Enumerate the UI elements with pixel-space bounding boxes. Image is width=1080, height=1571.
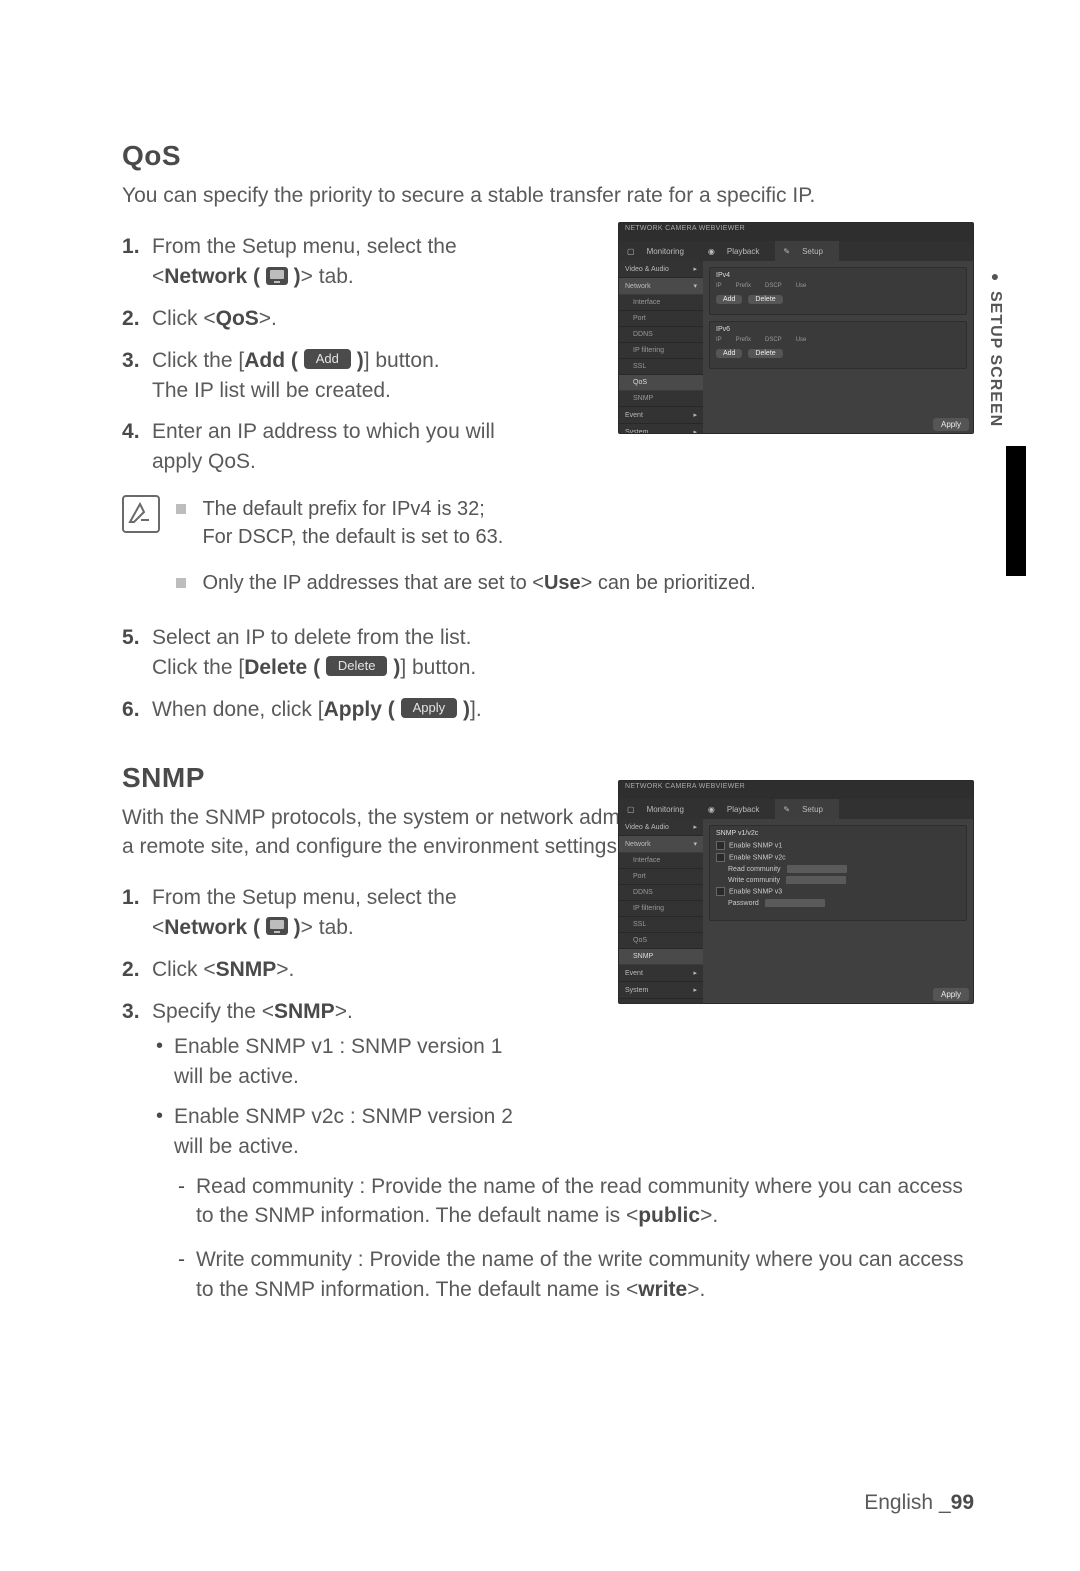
monitor-icon — [266, 267, 288, 285]
thumb-index-bar — [1006, 446, 1026, 576]
ipv6-header: IPPrefixDSCPUse — [716, 337, 960, 343]
ipv6-add-button[interactable]: Add — [716, 349, 742, 358]
add-button-glyph: Add — [304, 349, 351, 369]
side-qos2[interactable]: QoS — [619, 933, 703, 949]
side-ddns2[interactable]: DDNS — [619, 885, 703, 901]
qos-intro: You can specify the priority to secure a… — [122, 182, 974, 210]
ipv6-title: IPv6 — [716, 326, 960, 333]
qos-note-2: Only the IP addresses that are set to <U… — [176, 569, 968, 597]
side-snmp2[interactable]: SNMP — [619, 949, 703, 965]
side-event2[interactable]: Event▸ — [619, 965, 703, 982]
side-video[interactable]: Video & Audio▸ — [619, 261, 703, 278]
page-footer: English _99 — [864, 1491, 974, 1515]
side-port2[interactable]: Port — [619, 869, 703, 885]
write-row: Write community — [728, 876, 960, 884]
snmp-dash-1: Read community : Provide the name of the… — [174, 1172, 974, 1232]
side-ddns[interactable]: DDNS — [619, 327, 703, 343]
side-tab-label: ●SETUP SCREEN — [986, 268, 1004, 427]
qos-step-1: From the Setup menu, select the <Network… — [122, 232, 522, 292]
tab-monitoring[interactable]: ▢ Monitoring — [619, 241, 700, 261]
side-port[interactable]: Port — [619, 311, 703, 327]
shot-sidebar: Video & Audio▸ Network▾ Interface Port D… — [619, 261, 703, 434]
ipv4-title: IPv4 — [716, 272, 960, 279]
tab-setup2[interactable]: ✎ Setup — [775, 799, 839, 819]
side-ssl[interactable]: SSL — [619, 359, 703, 375]
snmp-panel: SNMP v1/v2c Enable SNMP v1 Enable SNMP v… — [709, 825, 967, 921]
tab-setup[interactable]: ✎ Setup — [775, 241, 839, 261]
snmp-bullet-2: Enable SNMP v2c : SNMP version 2 will be… — [152, 1102, 514, 1162]
tab-playback[interactable]: ◉ Playback — [700, 241, 775, 261]
ipv4-header: IPPrefixDSCPUse — [716, 283, 960, 289]
qos-note-1: The default prefix for IPv4 is 32; For D… — [176, 495, 968, 551]
snmp-panel-title: SNMP v1/v2c — [716, 830, 960, 837]
side-ipfilter[interactable]: IP filtering — [619, 343, 703, 359]
manual-page: ●SETUP SCREEN QoS You can specify the pr… — [0, 0, 1080, 1571]
qos-steps-cont: Select an IP to delete from the list. Cl… — [122, 623, 974, 724]
side-network2[interactable]: Network▾ — [619, 836, 703, 853]
side-video2[interactable]: Video & Audio▸ — [619, 819, 703, 836]
read-row: Read community — [728, 865, 960, 873]
shot-title2: NETWORK CAMERA WEBVIEWER — [619, 781, 973, 799]
qos-step-6: When done, click [Apply ( Apply )]. — [122, 695, 912, 725]
snmp-bullet-1: Enable SNMP v1 : SNMP version 1 will be … — [152, 1032, 514, 1092]
side-snmp[interactable]: SNMP — [619, 391, 703, 407]
ipv4-panel: IPv4 IPPrefixDSCPUse Add Delete — [709, 267, 967, 315]
shot-tabs2: ▢ Monitoring ◉ Playback ✎ Setup — [619, 799, 973, 819]
shot-content2: SNMP v1/v2c Enable SNMP v1 Enable SNMP v… — [703, 819, 973, 1004]
qos-heading: QoS — [122, 140, 974, 172]
qos-step-2: Click <QoS>. — [122, 304, 522, 334]
side-interface[interactable]: Interface — [619, 295, 703, 311]
snmp-screenshot: NETWORK CAMERA WEBVIEWER ▢ Monitoring ◉ … — [618, 780, 974, 1004]
qos-screenshot: NETWORK CAMERA WEBVIEWER ▢ Monitoring ◉ … — [618, 222, 974, 434]
side-ipfilter2[interactable]: IP filtering — [619, 901, 703, 917]
snmp-step-2: Click <SNMP>. — [122, 955, 522, 985]
side-ssl2[interactable]: SSL — [619, 917, 703, 933]
side-interface2[interactable]: Interface — [619, 853, 703, 869]
monitor-icon2 — [266, 917, 288, 935]
shot-tabs: ▢ Monitoring ◉ Playback ✎ Setup — [619, 241, 973, 261]
snmp-step-3: Specify the <SNMP>. Enable SNMP v1 : SNM… — [122, 997, 974, 1305]
ipv6-delete-button[interactable]: Delete — [748, 349, 782, 358]
snmp-step-1: From the Setup menu, select the <Network… — [122, 883, 522, 943]
tab-monitoring2[interactable]: ▢ Monitoring — [619, 799, 700, 819]
apply-button-glyph: Apply — [401, 698, 458, 718]
ipv4-add-button[interactable]: Add — [716, 295, 742, 304]
side-index: ●SETUP SCREEN — [980, 250, 1000, 570]
snmp-v1-row[interactable]: Enable SNMP v1 — [716, 841, 960, 850]
ipv4-delete-button[interactable]: Delete — [748, 295, 782, 304]
shot-title: NETWORK CAMERA WEBVIEWER — [619, 223, 973, 241]
side-event[interactable]: Event▸ — [619, 407, 703, 424]
qos-step-5: Select an IP to delete from the list. Cl… — [122, 623, 912, 683]
note-icon — [122, 495, 160, 533]
snmp-dash-2: Write community : Provide the name of th… — [174, 1245, 974, 1305]
tab-playback2[interactable]: ◉ Playback — [700, 799, 775, 819]
apply-button[interactable]: Apply — [933, 418, 969, 431]
shot-sidebar2: Video & Audio▸ Network▾ Interface Port D… — [619, 819, 703, 1004]
side-qos[interactable]: QoS — [619, 375, 703, 391]
footer-lang: English — [864, 1491, 933, 1514]
shot-content: IPv4 IPPrefixDSCPUse Add Delete IPv6 IPP… — [703, 261, 973, 434]
qos-note-block: The default prefix for IPv4 is 32; For D… — [122, 495, 974, 615]
qos-step-3: Click the [Add ( Add )] button. The IP l… — [122, 346, 522, 406]
snmp-v2-row[interactable]: Enable SNMP v2c — [716, 853, 960, 862]
snmp-v3-row[interactable]: Enable SNMP v3 — [716, 887, 960, 896]
delete-button-glyph: Delete — [326, 656, 388, 676]
side-network[interactable]: Network▾ — [619, 278, 703, 295]
ipv6-panel: IPv6 IPPrefixDSCPUse Add Delete — [709, 321, 967, 369]
qos-step-4: Enter an IP address to which you will ap… — [122, 417, 522, 477]
side-system[interactable]: System▸ — [619, 424, 703, 434]
pw-row: Password — [728, 899, 960, 907]
page-number: 99 — [951, 1491, 974, 1514]
